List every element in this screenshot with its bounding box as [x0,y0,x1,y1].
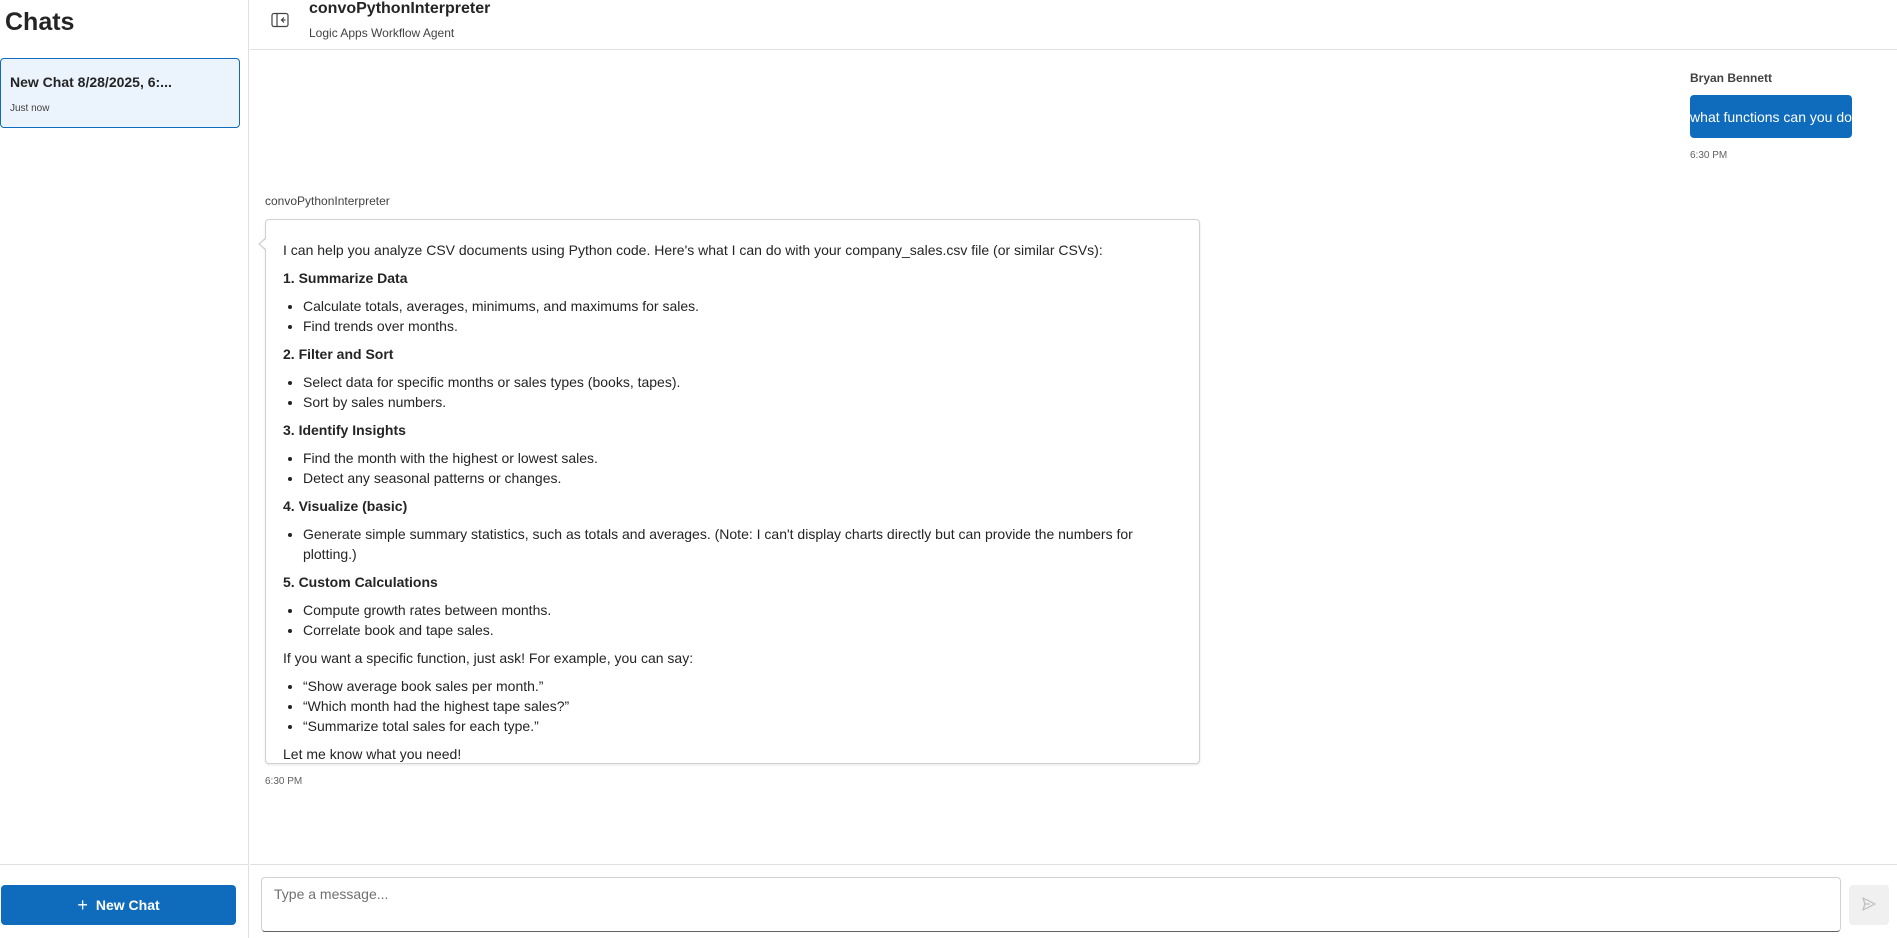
chat-header: convoPythonInterpreter Logic Apps Workfl… [250,0,1897,50]
section-heading: 2. Filter and Sort [283,346,394,362]
bot-closing: Let me know what you need! [283,746,462,762]
section-heading: 1. Summarize Data [283,270,408,286]
composer-divider [250,864,1897,865]
list-item: Generate simple summary statistics, such… [303,524,1183,564]
plus-icon: + [77,895,88,915]
message-list: Bryan Bennett what functions can you do … [250,51,1897,864]
list-item: Find trends over months. [303,316,1183,336]
user-message-author: Bryan Bennett [1690,71,1773,85]
section-list: Calculate totals, averages, minimums, an… [283,296,1183,336]
chat-app: Chats New Chat 8/28/2025, 6:... Just now… [0,0,1897,938]
example-item: “Summarize total sales for each type.” [303,716,1183,736]
section-list: Select data for specific months or sales… [283,372,1183,412]
chat-item-title: New Chat 8/28/2025, 6:... [10,74,172,90]
message-composer [261,877,1841,932]
section-list: Find the month with the highest or lowes… [283,448,1183,488]
bubble-tail-fill [260,238,267,250]
chat-item-time: Just now [10,103,50,114]
message-input[interactable] [262,878,1840,931]
list-item: Compute growth rates between months. [303,600,1183,620]
user-message-bubble: what functions can you do [1690,95,1852,138]
agent-subtitle: Logic Apps Workflow Agent [309,26,455,40]
section-heading: 4. Visualize (basic) [283,498,408,514]
sidebar-title: Chats [5,8,75,36]
list-item: Find the month with the highest or lowes… [303,448,1183,468]
section-heading: 5. Custom Calculations [283,574,438,590]
sidebar-divider [0,864,249,865]
list-item: Correlate book and tape sales. [303,620,1183,640]
new-chat-label: New Chat [95,897,160,913]
section-list: Compute growth rates between months. Cor… [283,600,1183,640]
bot-intro: I can help you analyze CSV documents usi… [283,242,1103,258]
user-message-time: 6:30 PM [1690,150,1728,161]
list-item: Detect any seasonal patterns or changes. [303,468,1183,488]
sidebar: Chats New Chat 8/28/2025, 6:... Just now… [0,0,249,938]
bot-message-author: convoPythonInterpreter [265,194,390,208]
list-item: Sort by sales numbers. [303,392,1183,412]
agent-title: convoPythonInterpreter [309,0,491,17]
examples-list: “Show average book sales per month.” “Wh… [283,676,1183,736]
example-item: “Which month had the highest tape sales?… [303,696,1183,716]
new-chat-button[interactable]: + New Chat [1,885,236,925]
bot-message-bubble: I can help you analyze CSV documents usi… [265,219,1200,764]
example-item: “Show average book sales per month.” [303,676,1183,696]
chat-list-item[interactable]: New Chat 8/28/2025, 6:... Just now [0,58,240,128]
send-icon [1861,896,1877,915]
section-heading: 3. Identify Insights [283,422,406,438]
bot-message-time: 6:30 PM [265,776,303,787]
examples-intro: If you want a specific function, just as… [283,650,694,666]
send-button[interactable] [1849,885,1889,925]
sidebar-collapse-icon[interactable] [271,12,289,28]
section-list: Generate simple summary statistics, such… [283,524,1183,564]
list-item: Select data for specific months or sales… [303,372,1183,392]
list-item: Calculate totals, averages, minimums, an… [303,296,1183,316]
